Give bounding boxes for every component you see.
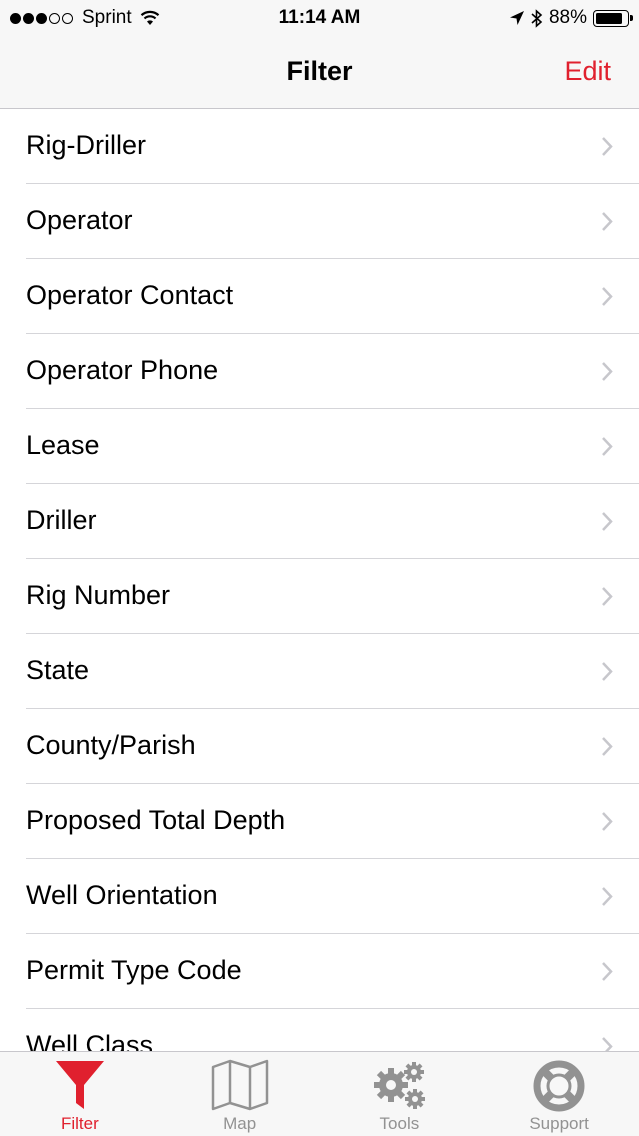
app-screen: Sprint 11:14 AM 88% Filter Edit Rig-Dril… [0, 0, 639, 1136]
filter-row[interactable]: Operator [0, 184, 639, 259]
filter-row[interactable]: Lease [0, 409, 639, 484]
filter-row-label: Driller [26, 505, 97, 535]
filter-row[interactable]: Proposed Total Depth [0, 784, 639, 859]
tab-tools[interactable]: Tools [320, 1052, 480, 1136]
location-arrow-icon [509, 11, 524, 25]
filter-funnel-icon [55, 1061, 104, 1109]
filter-row[interactable]: Driller [0, 484, 639, 559]
chevron-right-icon [602, 662, 613, 681]
filter-row-label: Well Class [26, 1030, 154, 1051]
battery-fill [596, 12, 623, 24]
chevron-right-icon [602, 212, 613, 231]
gears-icon [374, 1062, 426, 1109]
battery-icon [593, 9, 633, 27]
edit-button[interactable]: Edit [564, 56, 611, 87]
filter-row[interactable]: County/Parish [0, 709, 639, 784]
page-title: Filter [286, 56, 353, 86]
battery-nub [630, 14, 633, 21]
filter-row-label: Operator [26, 205, 133, 235]
filter-row[interactable]: Well Class [0, 1009, 639, 1051]
filter-row[interactable]: Rig Number [0, 559, 639, 634]
status-bar: Sprint 11:14 AM 88% [0, 0, 639, 38]
tab-label: Filter [60, 1114, 99, 1133]
filter-row-label: Operator Phone [26, 355, 219, 385]
navigation-bar: Filter Edit [0, 38, 639, 109]
chevron-right-icon [602, 812, 613, 831]
filter-row-label: Proposed Total Depth [26, 805, 286, 835]
tab-support[interactable]: Support [479, 1052, 639, 1136]
chevron-right-icon [602, 512, 613, 531]
tab-filter[interactable]: Filter [0, 1052, 160, 1136]
filter-row[interactable]: Operator Contact [0, 259, 639, 334]
filter-row-label: State [26, 655, 90, 685]
status-right: 88% [509, 7, 633, 29]
filter-row-label: Well Orientation [26, 880, 218, 910]
bluetooth-icon [531, 8, 543, 28]
filter-row-label: Operator Contact [26, 280, 234, 310]
filter-list[interactable]: Rig-Driller Operator Operator Contact Opera… [0, 109, 639, 1051]
chevron-right-icon [602, 737, 613, 756]
lifebuoy-icon [533, 1060, 585, 1112]
tab-label: Tools [379, 1114, 420, 1133]
map-icon [211, 1059, 268, 1111]
chevron-right-icon [602, 587, 613, 606]
chevron-right-icon [602, 137, 613, 156]
chevron-right-icon [602, 437, 613, 456]
filter-row[interactable]: State [0, 634, 639, 709]
filter-row-label: Permit Type Code [26, 955, 242, 985]
filter-row[interactable]: Operator Phone [0, 334, 639, 409]
filter-row[interactable]: Rig-Driller [0, 109, 639, 184]
tab-bar: Filter Map Tools Support [0, 1051, 639, 1136]
tab-label: Map [223, 1114, 257, 1133]
chevron-right-icon [602, 887, 613, 906]
filter-row-label: Rig-Driller [26, 130, 146, 160]
filter-row[interactable]: Permit Type Code [0, 934, 639, 1009]
chevron-right-icon [602, 287, 613, 306]
filter-row[interactable]: Well Orientation [0, 859, 639, 934]
filter-row-label: Lease [26, 430, 100, 460]
filter-row-label: Rig Number [26, 580, 171, 610]
tab-label: Support [529, 1114, 589, 1133]
chevron-right-icon [602, 362, 613, 381]
filter-row-label: County/Parish [26, 730, 196, 760]
chevron-right-icon [602, 1037, 613, 1051]
chevron-right-icon [602, 962, 613, 981]
battery-percent: 88% [548, 7, 587, 28]
tab-map[interactable]: Map [160, 1052, 320, 1136]
